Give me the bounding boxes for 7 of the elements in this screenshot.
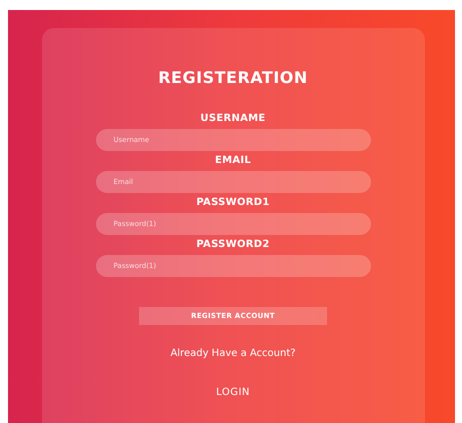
field-label: PASSWORD1 — [196, 197, 270, 208]
field-label: USERNAME — [200, 113, 266, 124]
account-prompt: Already Have a Account? — [170, 348, 296, 359]
login-link[interactable]: LOGIN — [216, 387, 250, 398]
field-label: EMAIL — [214, 155, 252, 166]
form-title: REGISTERATION — [158, 68, 308, 87]
field-label: PASSWORD2 — [196, 239, 270, 250]
